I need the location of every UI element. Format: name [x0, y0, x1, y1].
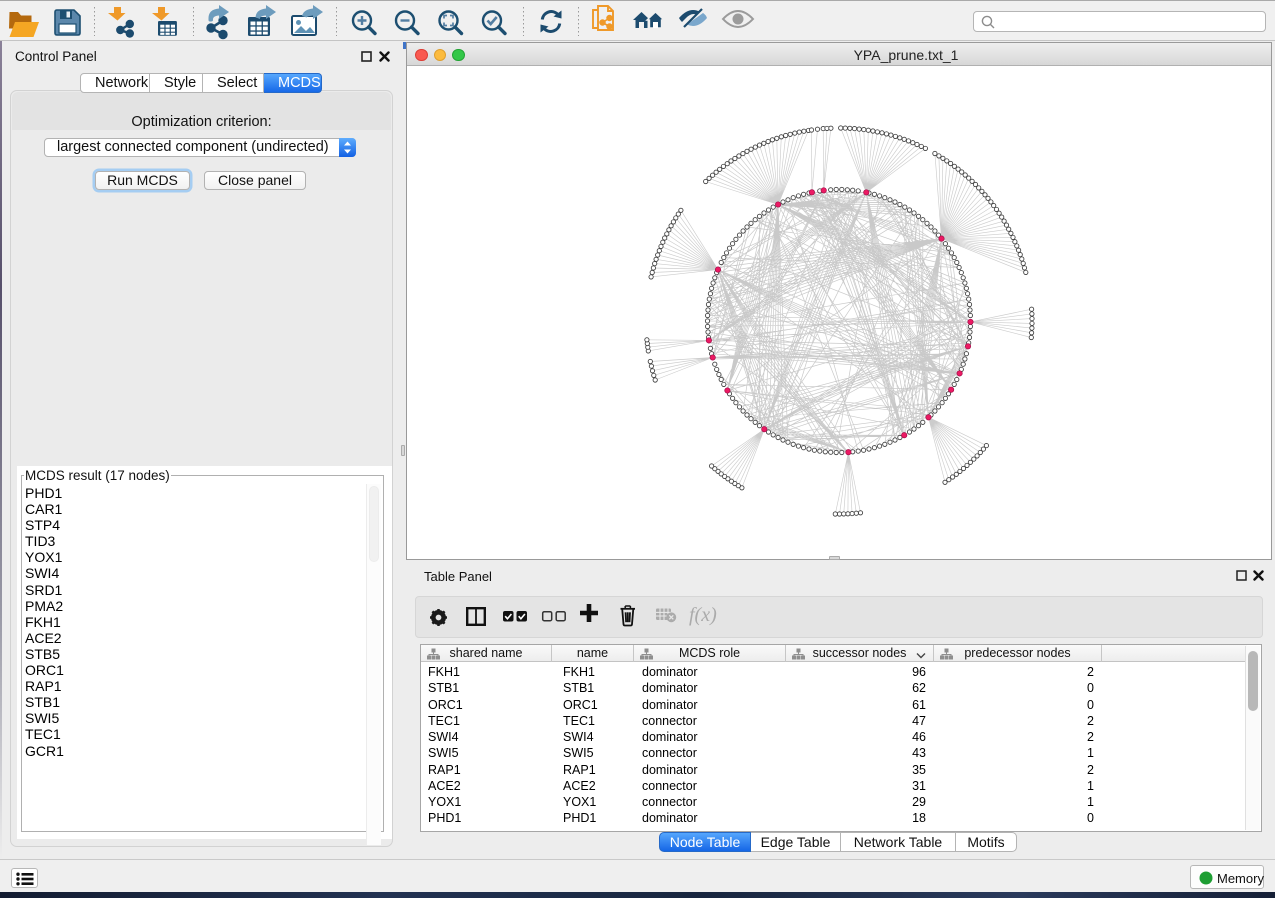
- svg-text:f(x): f(x): [689, 604, 717, 626]
